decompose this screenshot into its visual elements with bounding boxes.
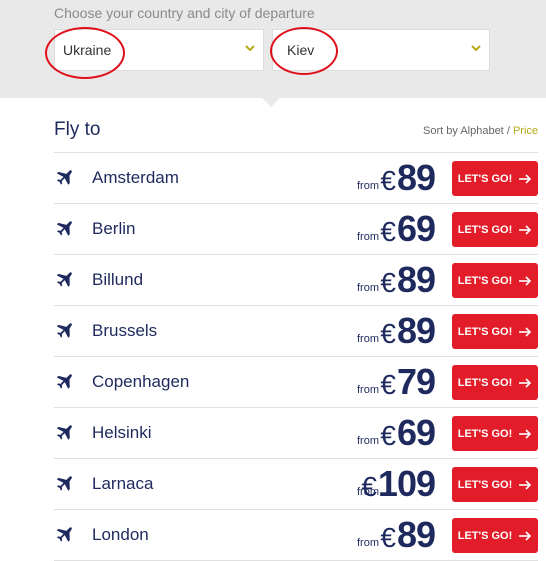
arrow-right-icon xyxy=(519,530,532,541)
departure-panel: Choose your country and city of departur… xyxy=(0,0,546,98)
lets-go-button[interactable]: LET'S GO! xyxy=(452,263,538,298)
price-amount: 89 xyxy=(396,157,436,198)
fly-to-header: Fly to Sort by Alphabet / Price xyxy=(54,119,538,152)
arrow-right-icon xyxy=(519,377,532,388)
destination-price: €69 xyxy=(380,412,436,454)
from-label: from xyxy=(357,231,379,243)
price-amount: 89 xyxy=(396,310,436,351)
lets-go-label: LET'S GO! xyxy=(457,274,513,287)
price-amount: 89 xyxy=(396,259,436,300)
destination-row: Billund from €89 LET'S GO! xyxy=(54,255,538,306)
lets-go-button[interactable]: LET'S GO! xyxy=(452,212,538,247)
destination-row: Brussels from €89 LET'S GO! xyxy=(54,306,538,357)
destination-row: Helsinki from €69 LET'S GO! xyxy=(54,408,538,459)
departure-label: Choose your country and city of departur… xyxy=(54,5,315,21)
airplane-icon xyxy=(56,527,72,542)
arrow-right-icon xyxy=(519,275,532,286)
destination-price: €89 xyxy=(380,157,436,199)
price-amount: 79 xyxy=(396,361,436,402)
currency-symbol: € xyxy=(380,267,396,298)
destination-row: Amsterdam from €89 LET'S GO! xyxy=(54,153,538,204)
chevron-down-icon xyxy=(471,45,481,52)
destination-price: €69 xyxy=(380,208,436,250)
price-amount: 89 xyxy=(396,514,436,555)
destination-city: Copenhagen xyxy=(92,372,190,391)
currency-symbol: € xyxy=(380,165,396,196)
destination-price: €89 xyxy=(380,514,436,556)
lets-go-button[interactable]: LET'S GO! xyxy=(452,365,538,400)
from-label: from xyxy=(357,537,379,549)
currency-symbol: € xyxy=(380,318,396,349)
arrow-right-icon xyxy=(519,428,532,439)
fly-to-title: Fly to xyxy=(54,119,101,140)
destination-price: €89 xyxy=(380,310,436,352)
destination-row: London from €89 LET'S GO! xyxy=(54,510,538,561)
lets-go-label: LET'S GO! xyxy=(457,478,513,491)
currency-symbol: € xyxy=(380,420,396,451)
arrow-right-icon xyxy=(519,479,532,490)
currency-symbol: € xyxy=(380,522,396,553)
price-amount: 69 xyxy=(396,208,436,249)
airplane-icon xyxy=(56,425,72,440)
destination-price: €79 xyxy=(380,361,436,403)
lets-go-label: LET'S GO! xyxy=(457,325,513,338)
city-select[interactable]: Kiev xyxy=(272,29,490,71)
currency-symbol: € xyxy=(380,369,396,400)
destination-price: €109 xyxy=(361,463,436,505)
destination-price: €89 xyxy=(380,259,436,301)
lets-go-label: LET'S GO! xyxy=(457,223,513,236)
destination-city: Larnaca xyxy=(92,474,154,493)
currency-symbol: € xyxy=(380,216,396,247)
arrow-right-icon xyxy=(519,224,532,235)
lets-go-label: LET'S GO! xyxy=(457,376,513,389)
airplane-icon xyxy=(56,374,72,389)
currency-symbol: € xyxy=(361,471,377,502)
city-value: Kiev xyxy=(287,42,315,58)
destination-row: Larnaca from €109 LET'S GO! xyxy=(54,459,538,510)
from-label: from xyxy=(357,180,379,192)
arrow-right-icon xyxy=(519,326,532,337)
price-amount: 69 xyxy=(396,412,436,453)
destination-city: Helsinki xyxy=(92,423,152,442)
lets-go-label: LET'S GO! xyxy=(457,172,513,185)
lets-go-button[interactable]: LET'S GO! xyxy=(452,416,538,451)
airplane-icon xyxy=(56,323,72,338)
from-label: from xyxy=(357,282,379,294)
sort-controls: Sort by Alphabet / Price xyxy=(423,125,538,137)
destination-city: Berlin xyxy=(92,219,136,238)
sort-alphabet-link[interactable]: Sort by Alphabet xyxy=(423,125,504,137)
lets-go-button[interactable]: LET'S GO! xyxy=(452,314,538,349)
panel-pointer xyxy=(262,98,280,107)
airplane-icon xyxy=(56,272,72,287)
destination-row: Berlin from €69 LET'S GO! xyxy=(54,204,538,255)
lets-go-label: LET'S GO! xyxy=(457,427,513,440)
destination-list: Amsterdam from €89 LET'S GO! Berlin from… xyxy=(54,152,538,561)
airplane-icon xyxy=(56,170,72,185)
destination-row: Copenhagen from €79 LET'S GO! xyxy=(54,357,538,408)
airplane-icon xyxy=(56,476,72,491)
price-amount: 109 xyxy=(377,463,436,504)
lets-go-button[interactable]: LET'S GO! xyxy=(452,518,538,553)
country-select[interactable]: Ukraine xyxy=(54,29,264,71)
from-label: from xyxy=(357,384,379,396)
country-value: Ukraine xyxy=(63,42,112,58)
from-label: from xyxy=(357,333,379,345)
arrow-right-icon xyxy=(519,173,532,184)
lets-go-button[interactable]: LET'S GO! xyxy=(452,467,538,502)
destination-city: Billund xyxy=(92,270,144,289)
airplane-icon xyxy=(56,221,72,236)
from-label: from xyxy=(357,435,379,447)
chevron-down-icon xyxy=(245,45,255,52)
destination-city: London xyxy=(92,525,149,544)
lets-go-label: LET'S GO! xyxy=(457,529,513,542)
sort-separator: / xyxy=(506,125,510,137)
lets-go-button[interactable]: LET'S GO! xyxy=(452,161,538,196)
destination-city: Brussels xyxy=(92,321,158,340)
destination-city: Amsterdam xyxy=(92,168,179,187)
sort-price-link[interactable]: Price xyxy=(513,125,538,137)
